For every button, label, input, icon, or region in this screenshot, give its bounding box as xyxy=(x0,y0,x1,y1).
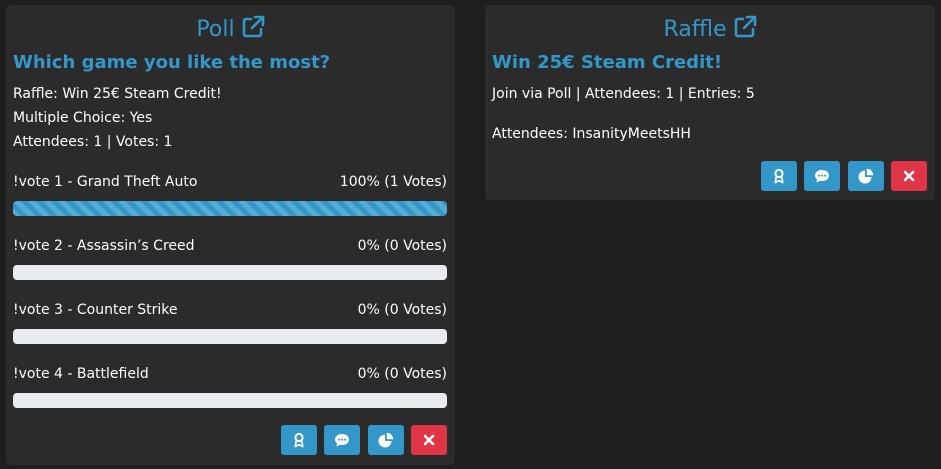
poll-option-progress xyxy=(13,201,447,216)
poll-option-label: !vote 3 - Counter Strike xyxy=(13,302,178,318)
poll-attendees-votes-line: Attendees: 1 | Votes: 1 xyxy=(13,134,173,150)
close-icon xyxy=(903,170,915,182)
poll-option-progress xyxy=(13,265,447,280)
raffle-close-button[interactable] xyxy=(891,161,927,191)
raffle-header: Raffle xyxy=(485,15,935,46)
poll-option-result: 100% (1 Votes) xyxy=(339,174,447,190)
raffle-summary-line: Join via Poll | Attendees: 1 | Entries: … xyxy=(492,86,755,102)
poll-option-label: !vote 2 - Assassin’s Creed xyxy=(13,238,195,254)
raffle-title: Win 25€ Steam Credit! xyxy=(492,52,723,73)
poll-option-result: 0% (0 Votes) xyxy=(357,302,447,318)
poll-card: Poll Which game you like the most? Raffl… xyxy=(6,5,455,465)
poll-header-title: Poll xyxy=(196,17,235,42)
poll-option-result: 0% (0 Votes) xyxy=(357,238,447,254)
raffle-attendees-line: Attendees: InsanityMeetsHH xyxy=(492,126,691,142)
chat-icon xyxy=(335,433,349,446)
raffle-winner-button[interactable] xyxy=(761,161,797,191)
poll-winner-button[interactable] xyxy=(281,425,317,455)
award-icon xyxy=(774,168,784,184)
poll-option-label: !vote 4 - Battlefield xyxy=(13,366,149,382)
close-icon xyxy=(423,434,435,446)
chat-icon xyxy=(815,169,829,182)
poll-option-result: 0% (0 Votes) xyxy=(357,366,447,382)
poll-question: Which game you like the most? xyxy=(13,52,331,73)
award-icon xyxy=(294,432,304,448)
poll-option-progress xyxy=(13,393,447,408)
poll-option-label: !vote 1 - Grand Theft Auto xyxy=(13,174,198,190)
raffle-card: Raffle Win 25€ Steam Credit! Join via Po… xyxy=(485,5,935,200)
raffle-chat-button[interactable] xyxy=(804,161,840,191)
poll-option-progress xyxy=(13,329,447,344)
raffle-stats-button[interactable] xyxy=(848,161,884,191)
poll-multiple-choice-line: Multiple Choice: Yes xyxy=(13,110,153,126)
poll-close-button[interactable] xyxy=(411,425,447,455)
poll-header: Poll xyxy=(6,15,455,46)
external-link-icon[interactable] xyxy=(733,15,757,46)
pie-chart-icon xyxy=(858,168,874,184)
external-link-icon[interactable] xyxy=(241,15,265,46)
poll-option-progress-fill xyxy=(13,201,447,216)
poll-raffle-line: Raffle: Win 25€ Steam Credit! xyxy=(13,86,222,102)
poll-chat-button[interactable] xyxy=(324,425,360,455)
raffle-header-title: Raffle xyxy=(663,17,727,42)
pie-chart-icon xyxy=(378,432,394,448)
poll-stats-button[interactable] xyxy=(368,425,404,455)
